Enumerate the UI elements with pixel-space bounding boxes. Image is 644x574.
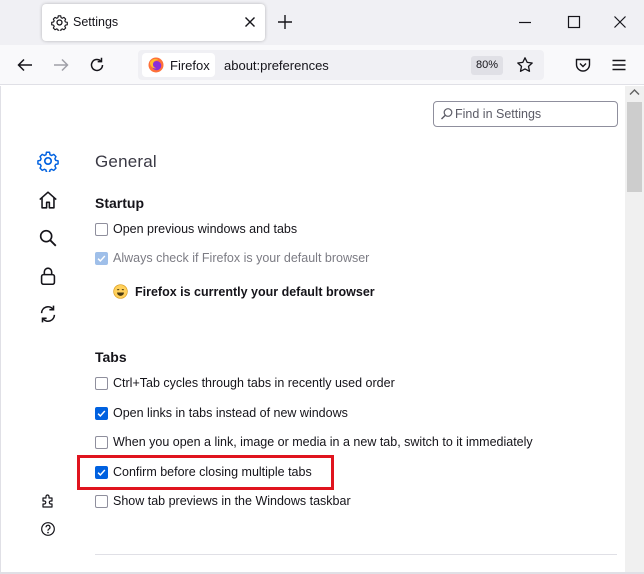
sync-icon[interactable]	[37, 303, 59, 325]
open-links-in-tabs-checkbox-row[interactable]: Open links in tabs instead of new window…	[95, 405, 348, 421]
highlight-annotation-box	[77, 455, 334, 490]
section-divider	[95, 554, 617, 555]
vertical-scrollbar[interactable]	[625, 86, 644, 574]
page-title: General	[95, 152, 157, 171]
bookmark-star-icon[interactable]	[516, 56, 534, 74]
switch-to-new-tab-label[interactable]: When you open a link, image or media in …	[113, 435, 533, 449]
zoom-level-button[interactable]: 80%	[471, 56, 503, 75]
gear-icon[interactable]	[37, 150, 59, 172]
help-icon[interactable]	[40, 521, 56, 537]
close-tab-icon[interactable]	[242, 14, 258, 30]
new-tab-icon[interactable]	[276, 13, 294, 31]
identity-box[interactable]: Firefox	[142, 53, 215, 77]
open-previous-windows-checkbox[interactable]	[95, 222, 108, 236]
open-links-in-tabs-label[interactable]: Open links in tabs instead of new window…	[113, 406, 348, 420]
search-icon	[441, 108, 453, 120]
always-check-default-label: Always check if Firefox is your default …	[113, 251, 370, 265]
tab-previews-taskbar-checkbox[interactable]	[95, 494, 108, 508]
firefox-logo-icon	[148, 57, 164, 73]
default-browser-status: Firefox is currently your default browse…	[113, 284, 375, 299]
smiley-face-icon	[113, 284, 128, 299]
forward-arrow-icon[interactable]	[52, 56, 70, 74]
tab-settings[interactable]: Settings	[42, 4, 265, 41]
hamburger-menu-icon[interactable]	[610, 56, 628, 74]
scrollbar-thumb[interactable]	[627, 102, 642, 192]
checkmark-icon	[97, 254, 106, 262]
checkmark-icon	[97, 409, 106, 417]
tab-previews-taskbar-label[interactable]: Show tab previews in the Windows taskbar	[113, 494, 351, 508]
window-close-icon[interactable]	[612, 14, 628, 30]
find-in-settings-box[interactable]	[433, 101, 618, 127]
ctrl-tab-checkbox[interactable]	[95, 376, 108, 390]
extensions-icon[interactable]	[40, 493, 56, 509]
find-in-settings-input[interactable]	[455, 105, 613, 123]
tab-strip: Settings	[0, 0, 644, 45]
default-browser-status-text: Firefox is currently your default browse…	[135, 284, 375, 299]
open-links-in-tabs-checkbox[interactable]	[95, 406, 108, 420]
url-bar[interactable]: Firefox about:preferences 80%	[138, 50, 544, 80]
switch-to-new-tab-checkbox[interactable]	[95, 435, 108, 449]
open-previous-windows-label[interactable]: Open previous windows and tabs	[113, 222, 297, 236]
tab-previews-taskbar-checkbox-row[interactable]: Show tab previews in the Windows taskbar	[95, 493, 351, 509]
switch-to-new-tab-checkbox-row[interactable]: When you open a link, image or media in …	[95, 434, 533, 450]
reload-icon[interactable]	[88, 56, 106, 74]
maximize-icon[interactable]	[566, 14, 582, 30]
lock-icon[interactable]	[37, 265, 59, 287]
home-icon[interactable]	[37, 189, 59, 211]
open-previous-windows-checkbox-row[interactable]: Open previous windows and tabs	[95, 221, 297, 237]
pocket-icon[interactable]	[574, 56, 592, 74]
back-arrow-icon[interactable]	[16, 56, 34, 74]
ctrl-tab-label[interactable]: Ctrl+Tab cycles through tabs in recently…	[113, 376, 395, 390]
tabs-heading: Tabs	[95, 349, 127, 365]
minimize-icon[interactable]	[517, 14, 533, 30]
always-check-default-checkbox	[95, 251, 108, 265]
scroll-up-arrow-icon[interactable]	[629, 88, 640, 96]
startup-heading: Startup	[95, 195, 144, 211]
identity-label: Firefox	[170, 58, 210, 73]
search-icon[interactable]	[37, 227, 59, 249]
always-check-default-checkbox-row: Always check if Firefox is your default …	[95, 250, 369, 266]
navigation-toolbar: Firefox about:preferences 80%	[0, 45, 644, 85]
gear-icon	[51, 15, 68, 31]
ctrl-tab-checkbox-row[interactable]: Ctrl+Tab cycles through tabs in recently…	[95, 375, 395, 391]
url-text[interactable]: about:preferences	[224, 58, 329, 73]
tab-title: Settings	[73, 15, 119, 29]
